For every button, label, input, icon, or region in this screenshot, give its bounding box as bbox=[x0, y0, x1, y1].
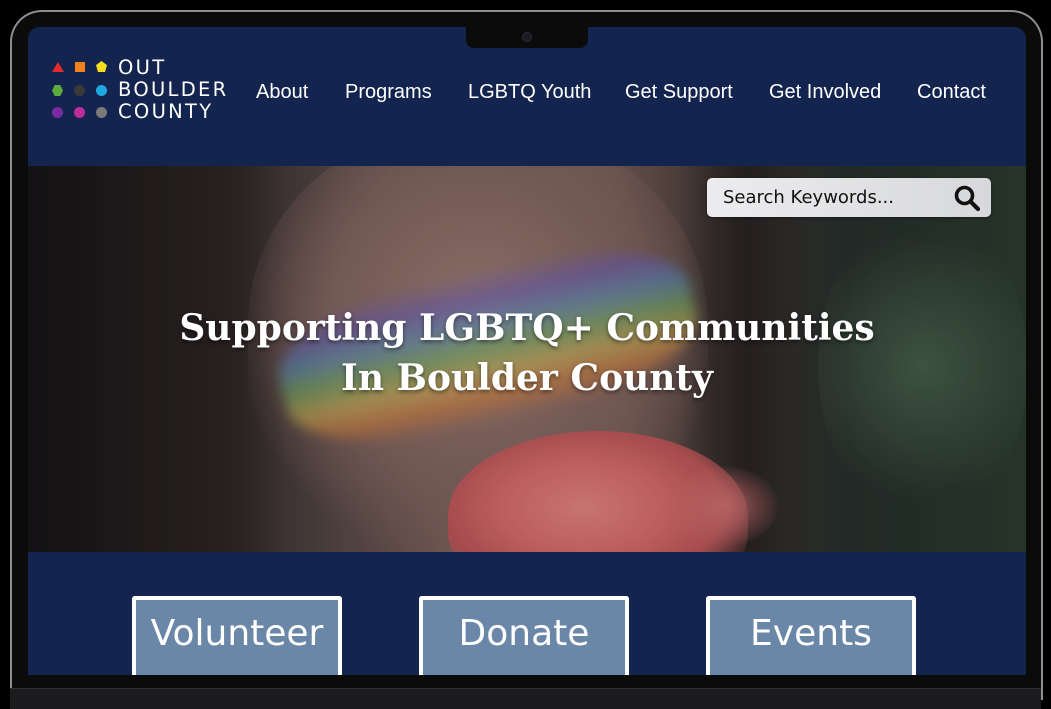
logo-dot-icon bbox=[96, 85, 107, 96]
logo-dot-icon bbox=[74, 85, 85, 96]
logo-dot-icon bbox=[96, 107, 107, 118]
nav-contact[interactable]: Contact bbox=[917, 81, 986, 104]
logo-square-icon bbox=[75, 62, 85, 72]
nav-lgbtq-youth[interactable]: LGBTQ Youth bbox=[468, 81, 591, 104]
hero-headline-line2: In Boulder County bbox=[341, 357, 713, 399]
logo-text-out: OUT bbox=[118, 56, 167, 79]
nav-get-support[interactable]: Get Support bbox=[625, 81, 733, 104]
search-input[interactable] bbox=[707, 178, 947, 217]
webcam-icon bbox=[522, 32, 532, 42]
logo-dot-icon bbox=[74, 107, 85, 118]
logo-text-county: COUNTY bbox=[118, 100, 214, 123]
hero-banner: Supporting LGBTQ+ Communities In Boulder… bbox=[28, 166, 1026, 552]
logo-pentagon-icon bbox=[96, 61, 107, 72]
volunteer-button[interactable]: Volunteer bbox=[132, 596, 342, 675]
logo-dot-icon bbox=[52, 107, 63, 118]
search-box bbox=[707, 178, 991, 217]
main-nav: About Programs LGBTQ Youth Get Support G… bbox=[256, 79, 1026, 109]
logo-text-boulder: BOULDER bbox=[118, 78, 229, 101]
site-logo[interactable]: OUT BOULDER COUNTY bbox=[50, 56, 230, 123]
search-icon[interactable] bbox=[953, 184, 981, 212]
laptop-screen: OUT BOULDER COUNTY About Programs LGBTQ … bbox=[28, 27, 1026, 675]
laptop-base bbox=[10, 688, 1041, 709]
logo-hexagon-icon bbox=[52, 85, 63, 96]
logo-triangle-icon bbox=[52, 62, 64, 72]
nav-get-involved[interactable]: Get Involved bbox=[769, 81, 881, 104]
camera-notch bbox=[466, 27, 588, 48]
hero-headline-line1: Supporting LGBTQ+ Communities bbox=[179, 307, 875, 349]
donate-button[interactable]: Donate bbox=[419, 596, 629, 675]
nav-about[interactable]: About bbox=[256, 81, 308, 104]
nav-programs[interactable]: Programs bbox=[345, 81, 432, 104]
events-button[interactable]: Events bbox=[706, 596, 916, 675]
